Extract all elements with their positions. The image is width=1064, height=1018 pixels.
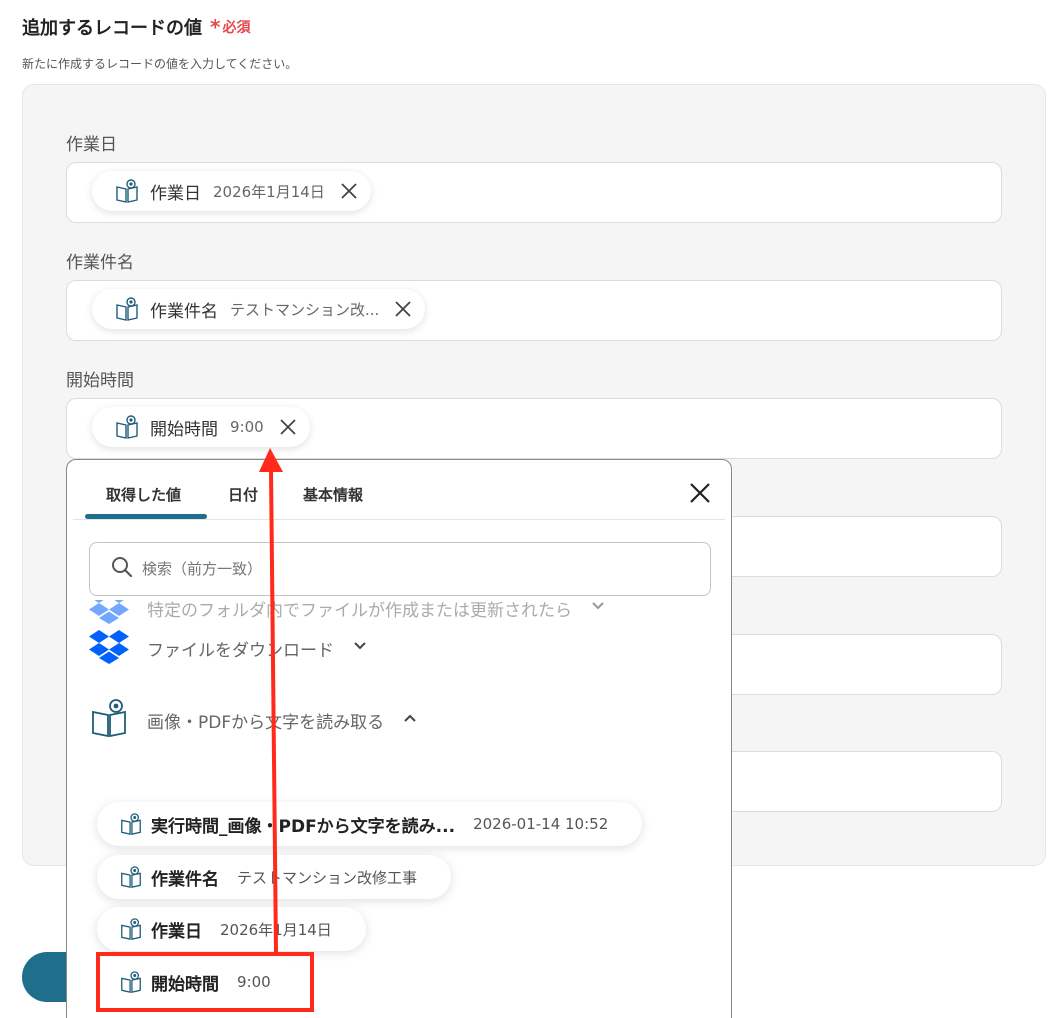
chevron-up-icon [402,710,418,730]
item-work-date[interactable]: 作業日 2026年1月14日 [97,907,366,951]
dropbox-icon [89,628,129,668]
search-input[interactable] [142,560,682,578]
ocr-book-icon [114,414,140,440]
field-label-work-title: 作業件名 [66,253,134,273]
item-name: 実行時間_画像・PDFから文字を読み... [151,816,456,837]
ocr-book-icon [119,917,143,941]
ocr-book-icon [119,865,143,889]
group-name: ファイルをダウンロード [147,640,334,661]
active-tab-indicator [85,514,207,519]
search-box[interactable] [89,542,711,596]
ocr-book-icon [119,970,143,994]
submit-button[interactable] [22,952,72,1002]
tab-fetched-values[interactable]: 取得した値 [106,484,181,505]
item-value: 2026年1月14日 [220,920,332,939]
chip-value: 9:00 [230,418,264,436]
required-star: * [210,15,221,39]
value-chip-work-title[interactable]: 作業件名 テストマンション改... [92,289,426,329]
section-description: 新たに作成するレコードの値を入力してください。 [22,57,298,71]
chevron-down-icon [352,638,368,658]
required-badge: * 必須 [210,17,250,37]
remove-chip-icon[interactable] [339,181,359,201]
item-value: 2026-01-14 10:52 [473,815,609,833]
value-chip-start-time[interactable]: 開始時間 9:00 [92,407,310,447]
field-label-work-date: 作業日 [66,135,117,155]
chip-name: 作業件名 [150,301,218,322]
remove-chip-icon[interactable] [393,299,413,319]
search-icon [110,555,134,583]
section-title: 追加するレコードの値 * 必須 [22,14,250,40]
group-ocr[interactable]: 画像・PDFから文字を読み取る [89,698,418,742]
section-title-text: 追加するレコードの値 [22,18,202,39]
ocr-book-icon [114,296,140,322]
close-icon[interactable] [689,482,711,504]
tab-date[interactable]: 日付 [228,484,258,505]
item-name: 作業日 [151,921,202,942]
group-name: 特定のフォルダ内でファイルが作成または更新されたら [147,600,572,621]
item-value: 9:00 [237,973,271,991]
item-name: 開始時間 [151,974,219,995]
chip-value: 2026年1月14日 [213,182,325,201]
chevron-down-icon [590,600,606,618]
tab-basic-info[interactable]: 基本情報 [303,484,363,505]
item-value: テストマンション改修工事 [237,868,418,887]
chip-name: 開始時間 [150,419,218,440]
item-start-time[interactable]: 開始時間 9:00 [97,960,305,1004]
group-download-file[interactable]: ファイルをダウンロード [89,628,368,668]
item-name: 作業件名 [151,869,219,890]
group-name: 画像・PDFから文字を読み取る [147,712,385,733]
chip-value: テストマンション改... [230,300,380,319]
item-work-title[interactable]: 作業件名 テストマンション改修工事 [97,855,452,899]
ocr-book-icon [114,178,140,204]
chip-name: 作業日 [150,183,201,204]
dropbox-icon [89,600,129,628]
field-label-start-time: 開始時間 [66,371,134,391]
required-label: 必須 [222,20,251,36]
item-execution-time[interactable]: 実行時間_画像・PDFから文字を読み... 2026-01-14 10:52 [97,802,643,846]
picker-tabs: 取得した値 日付 基本情報 [73,460,725,520]
group-folder-trigger[interactable]: 特定のフォルダ内でファイルが作成または更新されたら [89,600,606,628]
remove-chip-icon[interactable] [278,417,298,437]
value-chip-work-date[interactable]: 作業日 2026年1月14日 [92,171,371,211]
ocr-book-icon [89,698,129,742]
ocr-book-icon [119,812,143,836]
